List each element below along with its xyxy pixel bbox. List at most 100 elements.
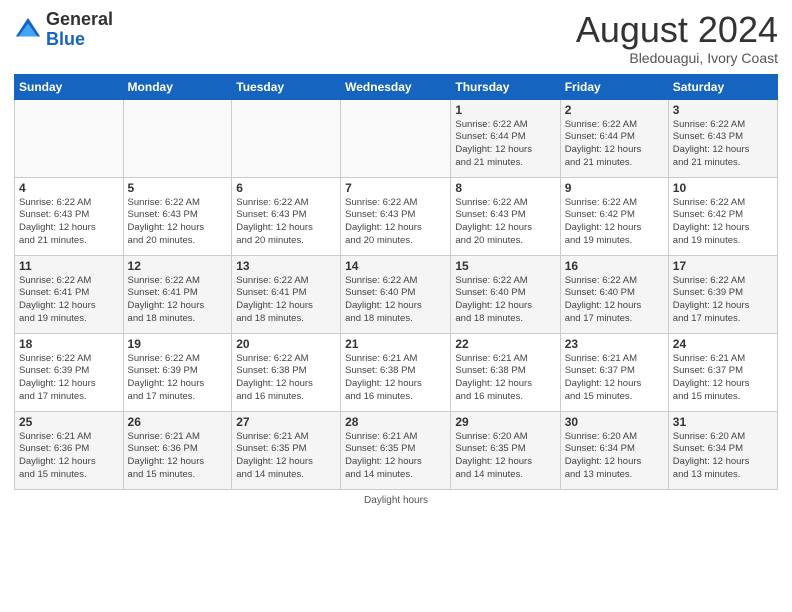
day-number: 8 [455,181,555,195]
calendar-cell [15,99,124,177]
daylight-label: Daylight hours [364,495,428,506]
day-detail: Sunrise: 6:22 AM Sunset: 6:38 PM Dayligh… [236,353,336,404]
day-detail: Sunrise: 6:22 AM Sunset: 6:41 PM Dayligh… [128,275,228,326]
day-detail: Sunrise: 6:22 AM Sunset: 6:43 PM Dayligh… [345,197,446,248]
day-detail: Sunrise: 6:22 AM Sunset: 6:39 PM Dayligh… [673,275,773,326]
day-detail: Sunrise: 6:22 AM Sunset: 6:40 PM Dayligh… [565,275,664,326]
weekday-header-friday: Friday [560,74,668,99]
day-number: 29 [455,415,555,429]
day-number: 18 [19,337,119,351]
day-detail: Sunrise: 6:22 AM Sunset: 6:42 PM Dayligh… [565,197,664,248]
day-detail: Sunrise: 6:21 AM Sunset: 6:38 PM Dayligh… [455,353,555,404]
day-detail: Sunrise: 6:21 AM Sunset: 6:35 PM Dayligh… [236,431,336,482]
day-detail: Sunrise: 6:22 AM Sunset: 6:43 PM Dayligh… [19,197,119,248]
calendar-cell: 2 Sunrise: 6:22 AM Sunset: 6:44 PM Daylig… [560,99,668,177]
day-number: 1 [455,103,555,117]
calendar-cell [232,99,341,177]
day-number: 15 [455,259,555,273]
calendar-cell: 3 Sunrise: 6:22 AM Sunset: 6:43 PM Daylig… [668,99,777,177]
calendar-cell: 21Sunrise: 6:21 AM Sunset: 6:38 PM Dayli… [341,333,451,411]
weekday-header-wednesday: Wednesday [341,74,451,99]
footer-note: Daylight hours [14,495,778,506]
day-number: 5 [128,181,228,195]
day-number: 31 [673,415,773,429]
day-number: 4 [19,181,119,195]
calendar-week-1: 1 Sunrise: 6:22 AM Sunset: 6:44 PM Daylig… [15,99,778,177]
day-detail: Sunrise: 6:21 AM Sunset: 6:38 PM Dayligh… [345,353,446,404]
day-number: 20 [236,337,336,351]
calendar-cell: 29 Sunrise: 6:20 AM Sunset: 6:35 PM Dayli… [451,411,560,489]
calendar-cell: 23Sunrise: 6:21 AM Sunset: 6:37 PM Dayli… [560,333,668,411]
calendar-cell [341,99,451,177]
logo-blue: Blue [46,30,113,50]
day-detail: Sunrise: 6:20 AM Sunset: 6:34 PM Dayligh… [565,431,664,482]
day-detail: Sunrise: 6:22 AM Sunset: 6:43 PM Dayligh… [455,197,555,248]
day-number: 10 [673,181,773,195]
page: General Blue August 2024 Bledouagui, Ivo… [0,0,792,612]
day-detail: Sunrise: 6:22 AM Sunset: 6:41 PM Dayligh… [19,275,119,326]
day-number: 2 [565,103,664,117]
day-number: 7 [345,181,446,195]
calendar-week-4: 18 Sunrise: 6:22 AM Sunset: 6:39 PM Dayli… [15,333,778,411]
day-detail: Sunrise: 6:22 AM Sunset: 6:44 PM Dayligh… [565,119,664,170]
day-number: 16 [565,259,664,273]
weekday-header-thursday: Thursday [451,74,560,99]
day-detail: Sunrise: 6:22 AM Sunset: 6:43 PM Dayligh… [236,197,336,248]
day-detail: Sunrise: 6:22 AM Sunset: 6:42 PM Dayligh… [673,197,773,248]
day-detail: Sunrise: 6:22 AM Sunset: 6:43 PM Dayligh… [128,197,228,248]
day-number: 12 [128,259,228,273]
day-number: 11 [19,259,119,273]
logo: General Blue [14,10,113,50]
month-title: August 2024 [576,10,778,50]
calendar-cell: 30Sunrise: 6:20 AM Sunset: 6:34 PM Dayli… [560,411,668,489]
day-detail: Sunrise: 6:21 AM Sunset: 6:37 PM Dayligh… [673,353,773,404]
calendar-cell: 19Sunrise: 6:22 AM Sunset: 6:39 PM Dayli… [123,333,232,411]
calendar-cell: 28 Sunrise: 6:21 AM Sunset: 6:35 PM Dayli… [341,411,451,489]
day-number: 9 [565,181,664,195]
day-number: 17 [673,259,773,273]
calendar-cell: 31 Sunrise: 6:20 AM Sunset: 6:34 PM Dayli… [668,411,777,489]
day-detail: Sunrise: 6:20 AM Sunset: 6:35 PM Dayligh… [455,431,555,482]
weekday-header-saturday: Saturday [668,74,777,99]
calendar-cell: 6Sunrise: 6:22 AM Sunset: 6:43 PM Daylig… [232,177,341,255]
calendar-cell: 15 Sunrise: 6:22 AM Sunset: 6:40 PM Dayli… [451,255,560,333]
weekday-header-tuesday: Tuesday [232,74,341,99]
day-number: 22 [455,337,555,351]
day-detail: Sunrise: 6:20 AM Sunset: 6:34 PM Dayligh… [673,431,773,482]
day-number: 13 [236,259,336,273]
calendar-cell: 20 Sunrise: 6:22 AM Sunset: 6:38 PM Dayli… [232,333,341,411]
day-number: 3 [673,103,773,117]
calendar-cell: 18 Sunrise: 6:22 AM Sunset: 6:39 PM Dayli… [15,333,124,411]
calendar-cell: 7 Sunrise: 6:22 AM Sunset: 6:43 PM Daylig… [341,177,451,255]
day-detail: Sunrise: 6:21 AM Sunset: 6:36 PM Dayligh… [128,431,228,482]
calendar-cell: 22 Sunrise: 6:21 AM Sunset: 6:38 PM Dayli… [451,333,560,411]
logo-text: General Blue [46,10,113,50]
calendar-week-3: 11 Sunrise: 6:22 AM Sunset: 6:41 PM Dayli… [15,255,778,333]
day-detail: Sunrise: 6:22 AM Sunset: 6:39 PM Dayligh… [19,353,119,404]
weekday-header-monday: Monday [123,74,232,99]
day-number: 28 [345,415,446,429]
calendar-cell: 10 Sunrise: 6:22 AM Sunset: 6:42 PM Dayli… [668,177,777,255]
day-number: 19 [128,337,228,351]
calendar-table: SundayMondayTuesdayWednesdayThursdayFrid… [14,74,778,490]
day-detail: Sunrise: 6:22 AM Sunset: 6:40 PM Dayligh… [345,275,446,326]
day-detail: Sunrise: 6:22 AM Sunset: 6:43 PM Dayligh… [673,119,773,170]
calendar-cell [123,99,232,177]
day-number: 27 [236,415,336,429]
day-detail: Sunrise: 6:21 AM Sunset: 6:35 PM Dayligh… [345,431,446,482]
calendar-cell: 26Sunrise: 6:21 AM Sunset: 6:36 PM Dayli… [123,411,232,489]
calendar-cell: 8 Sunrise: 6:22 AM Sunset: 6:43 PM Daylig… [451,177,560,255]
location-subtitle: Bledouagui, Ivory Coast [576,50,778,66]
calendar-cell: 16 Sunrise: 6:22 AM Sunset: 6:40 PM Dayli… [560,255,668,333]
calendar-cell: 5 Sunrise: 6:22 AM Sunset: 6:43 PM Daylig… [123,177,232,255]
day-detail: Sunrise: 6:22 AM Sunset: 6:40 PM Dayligh… [455,275,555,326]
day-detail: Sunrise: 6:21 AM Sunset: 6:36 PM Dayligh… [19,431,119,482]
calendar-week-5: 25Sunrise: 6:21 AM Sunset: 6:36 PM Dayli… [15,411,778,489]
calendar-cell: 1Sunrise: 6:22 AM Sunset: 6:44 PM Daylig… [451,99,560,177]
calendar-cell: 27 Sunrise: 6:21 AM Sunset: 6:35 PM Dayli… [232,411,341,489]
calendar-cell: 17 Sunrise: 6:22 AM Sunset: 6:39 PM Dayli… [668,255,777,333]
calendar-cell: 12 Sunrise: 6:22 AM Sunset: 6:41 PM Dayli… [123,255,232,333]
weekday-header-row: SundayMondayTuesdayWednesdayThursdayFrid… [15,74,778,99]
calendar-cell: 25Sunrise: 6:21 AM Sunset: 6:36 PM Dayli… [15,411,124,489]
day-detail: Sunrise: 6:22 AM Sunset: 6:41 PM Dayligh… [236,275,336,326]
